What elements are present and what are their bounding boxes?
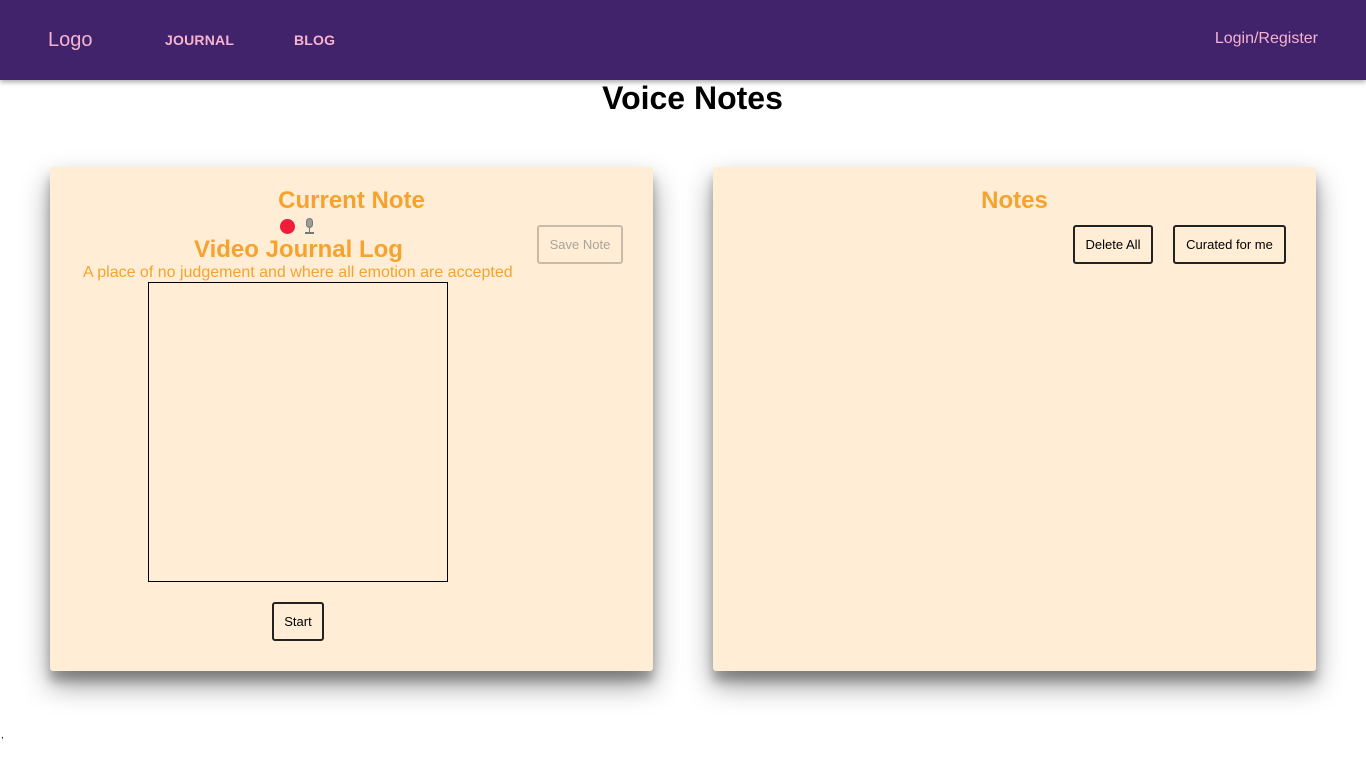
logo[interactable]: Logo (48, 28, 93, 52)
page-title: Voice Notes (602, 80, 783, 116)
top-navbar: Logo JOURNAL BLOG Login/Register (0, 0, 1366, 80)
video-journal-heading: Video Journal Log (194, 236, 403, 263)
save-note-button[interactable]: Save Note (537, 225, 623, 264)
video-preview (148, 282, 448, 582)
start-button[interactable]: Start (272, 602, 324, 641)
login-register-link[interactable]: Login/Register (1215, 29, 1318, 49)
current-note-heading: Current Note (278, 187, 425, 214)
current-note-panel: Current Note Save Note Video Journal Log… (50, 167, 653, 671)
notes-heading: Notes (981, 187, 1048, 214)
nav-link-blog[interactable]: BLOG (294, 32, 335, 48)
stray-text: , (1, 730, 4, 741)
curated-for-me-button[interactable]: Curated for me (1173, 225, 1286, 264)
notes-panel: Notes Delete All Curated for me (713, 167, 1316, 671)
tagline: A place of no judgement and where all em… (83, 264, 513, 281)
delete-all-button[interactable]: Delete All (1073, 225, 1153, 264)
nav-link-journal[interactable]: JOURNAL (165, 32, 234, 48)
microphone-icon (303, 218, 315, 235)
record-dot-icon (280, 219, 295, 234)
